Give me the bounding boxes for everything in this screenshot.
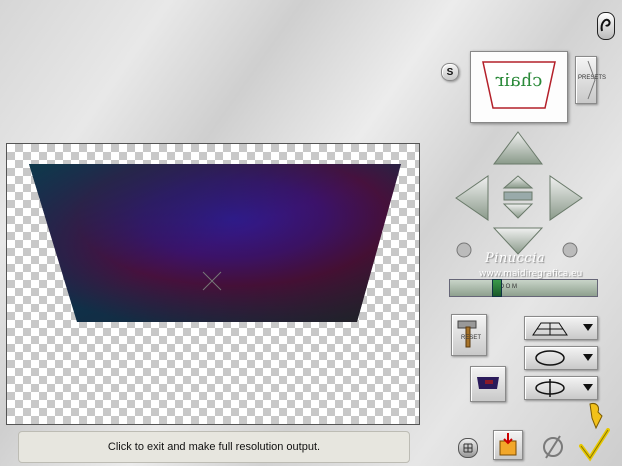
reset-label: RESET bbox=[461, 335, 482, 341]
move-right-button[interactable] bbox=[550, 176, 584, 220]
accept-checkmark-icon bbox=[579, 428, 610, 462]
grid-icon bbox=[532, 322, 568, 336]
status-bar[interactable]: Click to exit and make full resolution o… bbox=[18, 431, 410, 463]
help-icon[interactable] bbox=[597, 12, 615, 40]
perspective-tool-window: { "status_bar": {"text": "Click to exit … bbox=[0, 0, 622, 466]
preview-thumbnail[interactable]: chair bbox=[470, 51, 568, 123]
status-text: Click to exit and make full resolution o… bbox=[107, 441, 321, 453]
rotate-left-icon bbox=[456, 242, 472, 258]
perspective-canvas[interactable] bbox=[6, 143, 420, 425]
small-down-icon bbox=[502, 203, 534, 219]
cancel-icon bbox=[543, 435, 563, 459]
save-output-icon bbox=[499, 433, 517, 456]
rotate-icon bbox=[535, 350, 565, 366]
zoom-slider-thumb[interactable] bbox=[492, 279, 502, 297]
watermark-name: Pinuccia bbox=[485, 251, 546, 266]
grid-toggle-button[interactable] bbox=[458, 438, 478, 458]
cancel-button[interactable] bbox=[540, 432, 566, 460]
s-button-label: S bbox=[446, 66, 454, 78]
rotate-right-icon bbox=[562, 242, 578, 258]
reset-button[interactable]: RESET bbox=[451, 314, 487, 356]
preview-thumbnail-text: chair bbox=[495, 70, 542, 91]
watermark-url: www.maidiregrafica.eu bbox=[479, 269, 583, 279]
accept-button[interactable] bbox=[578, 428, 610, 462]
grid-dropdown[interactable] bbox=[524, 316, 598, 340]
flip-dropdown[interactable] bbox=[524, 376, 598, 400]
flip-icon bbox=[535, 379, 565, 397]
save-output-button[interactable] bbox=[493, 430, 523, 460]
s-button[interactable]: S bbox=[441, 63, 459, 81]
small-up-icon bbox=[502, 175, 534, 189]
zoom-slider[interactable]: Z O O M bbox=[449, 279, 598, 297]
move-left-button[interactable] bbox=[456, 176, 490, 220]
move-up-button[interactable] bbox=[494, 132, 542, 166]
grid-toggle-icon bbox=[463, 443, 473, 453]
rotate-dropdown[interactable] bbox=[524, 346, 598, 370]
mini-preview[interactable] bbox=[470, 366, 506, 402]
presets-button[interactable]: PRESETS bbox=[575, 56, 606, 104]
